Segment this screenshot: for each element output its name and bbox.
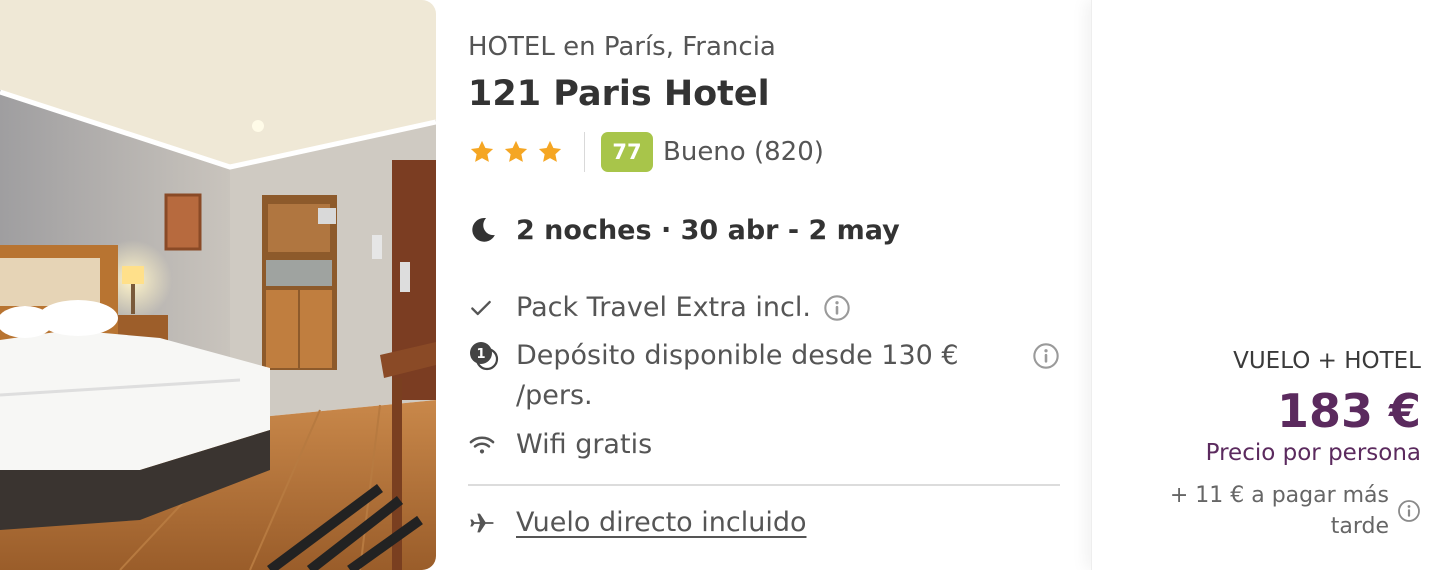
section-divider (468, 484, 1060, 486)
deposit-icon: 1 (470, 342, 499, 371)
rating-row: 77 Bueno (820) (468, 132, 824, 172)
stay-dates: 2 noches · 30 abr - 2 may (468, 208, 900, 252)
hotel-info: HOTEL en París, Francia 121 Paris Hotel … (468, 0, 1060, 570)
hotel-location: HOTEL en París, Francia (468, 32, 776, 62)
package-type-label: VUELO + HOTEL (1233, 348, 1421, 374)
rating-divider (584, 132, 585, 172)
star-icon (504, 140, 528, 162)
flight-link[interactable]: Vuelo directo incluido (516, 503, 807, 543)
hotel-room-image (0, 0, 436, 570)
price-per-person-label: Precio por persona (1205, 440, 1421, 466)
score-text[interactable]: Bueno (820) (663, 137, 824, 167)
plane-icon (470, 513, 494, 533)
feature-deposit: 1 Depósito disponible desde 130 € /pers. (468, 336, 1060, 416)
feature-flight: Vuelo directo incluido (468, 503, 807, 543)
svg-text:1: 1 (476, 347, 485, 362)
info-icon[interactable] (1032, 342, 1060, 370)
feature-pack: Pack Travel Extra incl. (468, 288, 851, 328)
extra-fee-text: + 11 € a pagar más tarde (1169, 483, 1389, 539)
hotel-photo[interactable] (0, 0, 436, 570)
info-icon[interactable] (1397, 499, 1421, 523)
star-rating (468, 138, 564, 166)
price-panel: VUELO + HOTEL 183 € Precio por persona +… (1091, 0, 1450, 570)
hotel-name[interactable]: 121 Paris Hotel (468, 74, 770, 114)
feature-pack-text: Pack Travel Extra incl. (516, 292, 811, 323)
check-icon (471, 300, 491, 316)
score-badge: 77 (601, 132, 653, 172)
feature-deposit-text: Depósito disponible desde 130 € /pers. (516, 340, 959, 411)
feature-wifi: Wifi gratis (468, 425, 652, 465)
moon-icon (472, 217, 495, 242)
star-icon (470, 140, 494, 162)
wifi-icon (469, 436, 495, 454)
price-amount[interactable]: 183 € (1277, 384, 1421, 438)
feature-wifi-text: Wifi gratis (516, 429, 653, 460)
star-icon (538, 140, 562, 162)
info-icon[interactable] (823, 294, 851, 322)
stay-dates-text: 2 noches · 30 abr - 2 may (516, 214, 900, 246)
extra-fee: + 11 € a pagar más tarde (1169, 480, 1421, 542)
hotel-card[interactable]: HOTEL en París, Francia 121 Paris Hotel … (0, 0, 1450, 570)
